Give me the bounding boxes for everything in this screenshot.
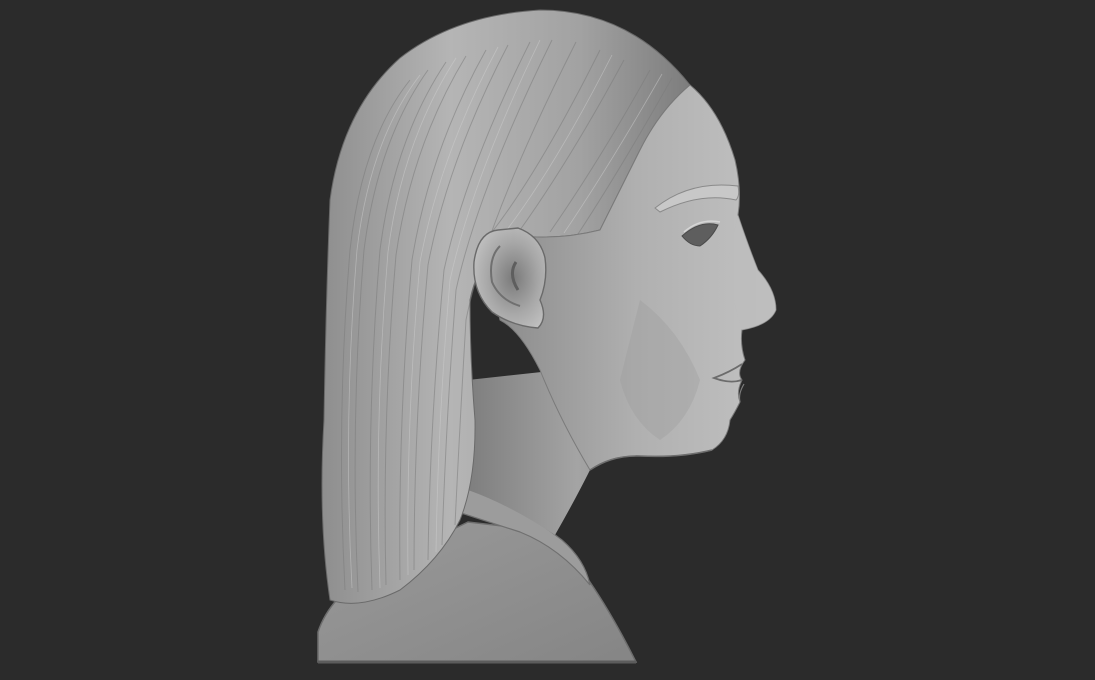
- render-viewport: [0, 0, 1095, 680]
- bust-render: [317, 9, 777, 664]
- ear: [473, 227, 547, 329]
